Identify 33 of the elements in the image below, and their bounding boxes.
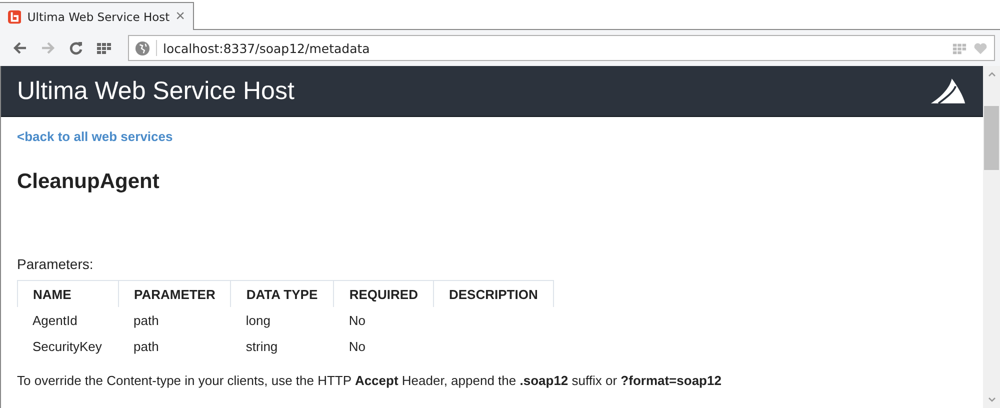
table-cell: path <box>134 312 159 328</box>
forward-icon[interactable] <box>40 40 56 56</box>
grid-icon[interactable] <box>96 40 112 56</box>
table-cell: path <box>134 338 159 354</box>
service-heading: CleanupAgent <box>17 170 160 194</box>
globe-icon <box>135 40 150 56</box>
logo-icon <box>8 10 22 24</box>
browser-tab[interactable]: Ultima Web Service Host × <box>0 2 194 30</box>
back-link[interactable]: <back to all web services <box>17 129 967 144</box>
table-cell: string <box>246 338 278 354</box>
column-header: REQUIRED <box>334 280 434 307</box>
heart-icon[interactable] <box>973 40 988 56</box>
back-icon[interactable] <box>12 40 28 56</box>
table-cell: long <box>246 312 270 328</box>
note-text: To override the Content-type in your clients, use the HTTP Accept Header, append the .soap12 suffix or ?format=soap12 <box>17 373 722 388</box>
table-cell: No <box>348 312 366 328</box>
column-header: NAME <box>18 280 118 307</box>
parameters-label: Parameters: <box>17 256 94 272</box>
url-text: localhost:8337/soap12/metadata <box>163 40 371 56</box>
table-cell: No <box>348 338 366 354</box>
column-header: PARAMETER <box>118 280 231 307</box>
scrollbar[interactable] <box>983 66 1000 408</box>
close-button[interactable]: × <box>176 8 185 26</box>
scroll-thumb[interactable] <box>984 106 999 170</box>
fin-logo-icon <box>929 76 967 106</box>
table-cell: AgentId <box>32 312 78 328</box>
table-cell: SecurityKey <box>32 338 102 354</box>
tab-title: Ultima Web Service Host <box>27 10 170 24</box>
column-header: DESCRIPTION <box>434 280 554 307</box>
column-header: DATA TYPE <box>230 280 334 307</box>
reload-icon[interactable] <box>68 40 84 56</box>
address-bar[interactable]: localhost:8337/soap12/metadata <box>128 35 995 61</box>
site-title: Ultima Web Service Host <box>17 76 294 106</box>
